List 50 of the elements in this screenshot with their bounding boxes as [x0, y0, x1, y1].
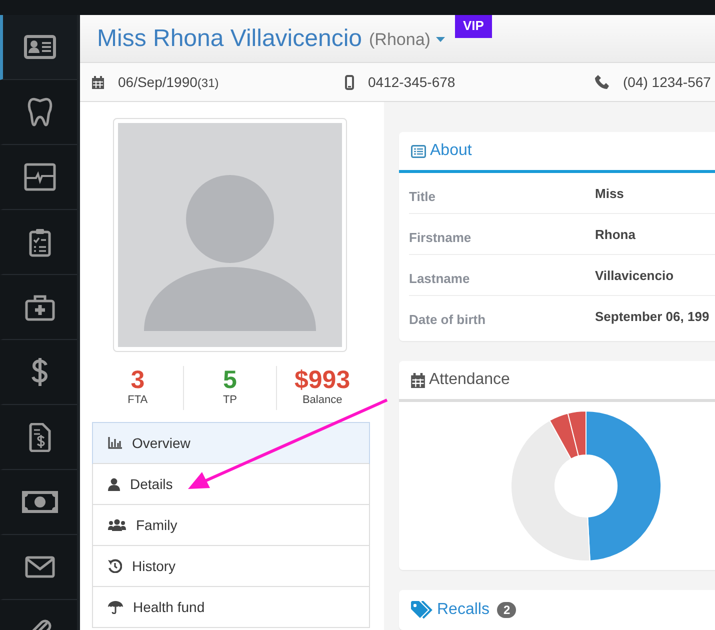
phone-icon — [595, 75, 609, 90]
vip-badge: VIP — [455, 15, 492, 38]
envelope-icon — [25, 556, 55, 578]
card-title: Recalls — [437, 601, 490, 619]
field-value: September 06, 199 — [595, 308, 710, 324]
stat-label: TP — [222, 394, 238, 406]
stat-value: 5 — [223, 366, 237, 394]
bar-chart-icon — [108, 437, 122, 449]
stat-value: $993 — [294, 366, 350, 394]
list-icon — [411, 144, 426, 158]
field-value: Rhona — [595, 226, 636, 242]
invoice-icon — [29, 422, 51, 452]
stat-value: 3 — [130, 366, 145, 394]
dollar-icon — [31, 357, 49, 387]
sidebar-item[interactable] — [0, 15, 77, 80]
money-bill-icon — [22, 491, 58, 513]
field-label: Title — [409, 188, 436, 204]
heartbeat-monitor-icon — [24, 163, 56, 191]
id-card-icon — [24, 35, 56, 59]
card-title: About — [430, 142, 472, 160]
caret-icon — [436, 37, 446, 44]
field-label: Date of birth — [409, 310, 487, 326]
stat-label: Balance — [302, 394, 342, 406]
info-text: 06/Sep/1990(31) — [118, 74, 219, 90]
menu-item[interactable]: Health fund — [93, 586, 369, 627]
clipboard-checklist-icon — [29, 228, 51, 256]
calendar-icon — [92, 76, 104, 89]
mobile-phone-icon — [345, 74, 354, 90]
umbrella-icon — [108, 600, 123, 614]
menu-item[interactable]: Family — [93, 504, 369, 545]
field-label: Firstname — [409, 228, 472, 244]
history-icon — [108, 559, 122, 573]
count-badge: 2 — [497, 602, 516, 618]
medkit-icon — [25, 294, 55, 320]
card-title: Attendance — [429, 371, 510, 389]
calendar-icon — [411, 372, 425, 388]
stat-label: FTA — [128, 394, 148, 406]
field-label: Lastname — [409, 270, 471, 286]
users-icon — [108, 519, 126, 531]
tags-icon — [411, 601, 433, 619]
field-value: Miss — [595, 186, 624, 200]
field-value: Villavicencio — [595, 268, 674, 282]
menu-item[interactable]: Overview — [92, 422, 370, 464]
nickname-dropdown[interactable]: (Rhona) — [362, 30, 446, 50]
menu-item[interactable]: History — [93, 545, 369, 586]
info-text: (04) 1234-567 — [623, 74, 711, 90]
patient-name: Miss Rhona Villavicencio — [97, 24, 362, 53]
tooth-icon — [27, 97, 53, 127]
info-text: 0412-345-678 — [368, 74, 456, 90]
user-icon — [108, 478, 120, 490]
